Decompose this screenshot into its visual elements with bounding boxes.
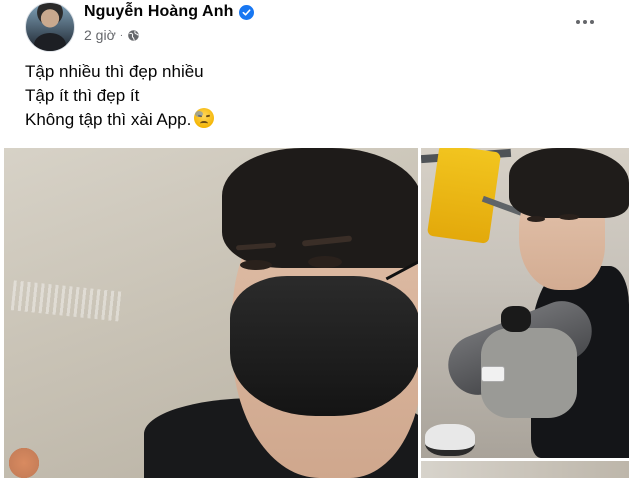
more-options-icon[interactable]: [567, 10, 603, 34]
eye: [527, 216, 545, 222]
sad-face-emoji: [194, 108, 215, 128]
author-row: Nguyễn Hoàng Anh: [84, 3, 255, 21]
meta-separator: ·: [119, 29, 124, 41]
author-name[interactable]: Nguyễn Hoàng Anh: [84, 3, 233, 21]
author-avatar[interactable]: [25, 2, 75, 52]
verified-badge-icon: [239, 4, 255, 20]
more-dot: [590, 20, 594, 24]
photo-third-photo-partial[interactable]: [421, 461, 629, 478]
eye: [240, 260, 272, 270]
post-text-line: Tập nhiều thì đẹp nhiều: [25, 62, 204, 81]
globe-icon[interactable]: [127, 29, 140, 42]
road-marking: [10, 280, 124, 322]
glove-shape: [501, 306, 531, 332]
post-header: Nguyễn Hoàng Anh 2 giờ ·: [0, 0, 631, 60]
eye: [559, 214, 579, 220]
avatar-figure: [34, 33, 66, 51]
post-text-line: Tập ít thì đẹp ít: [25, 86, 140, 105]
post-text-line: Không tập thì xài App.: [25, 110, 192, 129]
post-text-line-with-emoji: Không tập thì xài App.: [25, 108, 215, 132]
eye: [308, 256, 342, 268]
post-timestamp[interactable]: 2 giờ: [84, 27, 116, 43]
photo-selfie-masked-closeup[interactable]: [4, 148, 418, 478]
hair-shape: [222, 148, 418, 268]
post-text: Tập nhiều thì đẹp nhiều Tập ít thì đẹp í…: [25, 60, 215, 132]
post-meta: 2 giờ ·: [84, 27, 140, 43]
orange-spot: [4, 448, 44, 478]
shoe-shape: [425, 424, 475, 456]
more-dot: [583, 20, 587, 24]
photo-gym-seated-selfie[interactable]: [421, 148, 629, 458]
phone-shape: [481, 366, 505, 382]
more-dot: [576, 20, 580, 24]
yellow-gym-machine: [426, 148, 502, 244]
hair-shape: [509, 148, 629, 218]
face-mask: [230, 276, 418, 416]
